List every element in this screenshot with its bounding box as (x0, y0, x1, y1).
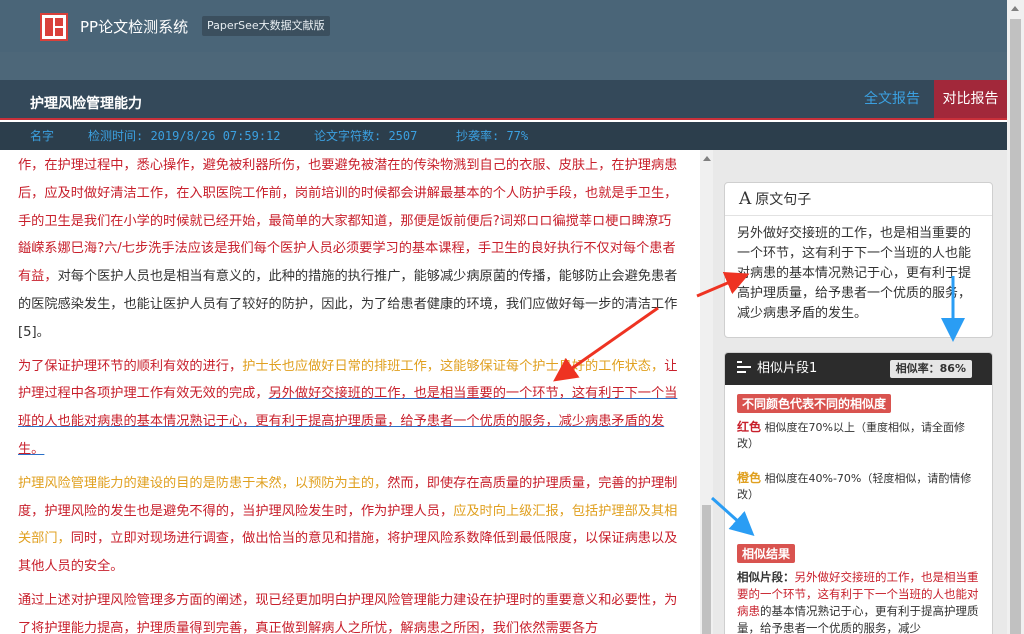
original-sentence-header: A 原文句子 (725, 183, 992, 216)
result-text: 的基本情况熟记于心，更有利于提高护理质量，给予患者一个优质的服务，减少 (737, 604, 979, 634)
text-segment-orange[interactable]: 护理风险管理能力的建设的目的是防患于未然，以预防为主的， (18, 476, 387, 491)
list-icon (737, 361, 751, 373)
legend-orange-desc: 相似度在40%-70%（轻度相似，请酌情修改） (737, 472, 972, 501)
similar-fragment-title: 相似片段1 (757, 361, 818, 376)
header-band (0, 52, 1007, 80)
meta-copy-rate: 抄袭率: 77% (456, 129, 529, 143)
result-label: 相似片段： (737, 570, 795, 584)
legend-red-desc: 相似度在70%以上（重度相似，请全面修改） (737, 421, 965, 450)
tab-full-report[interactable]: 全文报告 (852, 80, 932, 118)
similar-fragment-header: 相似片段1 相似率：86% (725, 353, 992, 385)
paragraph: 为了保证护理环节的顺利有效的进行，护士长也应做好日常的排班工作，这能够保证每个护… (18, 353, 682, 464)
scroll-up-icon[interactable] (1011, 6, 1019, 11)
meta-bar: 名字 检测时间: 2019/8/26 07:59:12 论文字符数: 2507 … (0, 122, 1007, 150)
original-sentence-text: 另外做好交接班的工作，也是相当重要的一个环节，这有利于下一个当班的人也能对病患的… (737, 226, 972, 321)
meta-check-time: 检测时间: 2019/8/26 07:59:12 (88, 129, 281, 143)
top-bar: PP论文检测系统 PaperSee大数据文献版 (0, 0, 1007, 52)
page-scrollbar[interactable] (1007, 0, 1024, 634)
app-title: PP论文检测系统 (80, 18, 189, 36)
font-a-icon: A (739, 189, 752, 209)
similar-result-text: 相似片段：另外做好交接班的工作，也是相当重要的一个环节，这有利于下一个当班的人也… (725, 569, 992, 634)
legend-orange-key: 橙色 (737, 471, 762, 485)
text-segment-red[interactable]: 通过上述对护理风险管理多方面的阐述，现已经更加明白护理风险管理能力建设在护理时的… (18, 593, 677, 634)
paragraph: 作，在护理过程中，悉心操作，避免被利器所伤，也要避免被潜在的传染物溅到自己的衣服… (18, 152, 682, 347)
scroll-up-icon[interactable] (703, 156, 711, 161)
similar-fragment-card: 相似片段1 相似率：86% 不同颜色代表不同的相似度 红色 相似度在70%以上（… (724, 352, 993, 634)
doc-header: 护理风险管理能力 全文报告 对比报告 (0, 80, 1007, 120)
doc-title: 护理风险管理能力 (30, 96, 142, 112)
edition-badge: PaperSee大数据文献版 (202, 16, 330, 36)
paragraph: 护理风险管理能力的建设的目的是防患于未然，以预防为主的，然而，即使存在高质量的护… (18, 470, 682, 581)
text-segment: 对每个医护人员也是相当有意义的，此种的措施的执行推广，能够减少病原菌的传播，能够… (18, 269, 678, 340)
comparison-panel: A 原文句子 另外做好交接班的工作，也是相当重要的一个环节，这有利于下一个当班的人… (713, 150, 1007, 634)
text-segment-orange[interactable]: 护士长也应做好日常的排班工作，这能够保证每个护士良好的工作状态， (242, 359, 664, 374)
scroll-thumb[interactable] (1010, 19, 1021, 634)
content-scrollbar[interactable] (700, 150, 713, 634)
text-segment-red[interactable]: 作，在护理过程中，悉心操作，避免被利器所伤，也要避免被潜在的传染物溅到自己的衣服… (18, 158, 677, 284)
document-content: 作，在护理过程中，悉心操作，避免被利器所伤，也要避免被潜在的传染物溅到自己的衣服… (0, 150, 700, 634)
paragraph: 通过上述对护理风险管理多方面的阐述，现已经更加明白护理风险管理能力建设在护理时的… (18, 587, 682, 634)
original-sentence-title: 原文句子 (755, 192, 812, 208)
legend-red-key: 红色 (737, 420, 762, 434)
legend-tag: 不同颜色代表不同的相似度 (737, 394, 892, 413)
logo-icon (40, 13, 68, 41)
text-segment-red[interactable]: 同时，立即对现场进行调查，做出恰当的意见和措施，将护理风险系数降低到最低限度，以… (18, 531, 677, 574)
meta-char-count: 论文字符数: 2507 (314, 129, 418, 143)
legend-red: 红色 相似度在70%以上（重度相似，请全面修改） (725, 419, 992, 452)
original-sentence-card: A 原文句子 另外做好交接班的工作，也是相当重要的一个环节，这有利于下一个当班的人… (724, 182, 993, 338)
tab-compare-report[interactable]: 对比报告 (934, 80, 1007, 118)
legend-orange: 橙色 相似度在40%-70%（轻度相似，请酌情修改） (725, 470, 992, 503)
result-tag: 相似结果 (737, 544, 796, 563)
text-segment-red[interactable]: 为了保证护理环节的顺利有效的进行， (18, 359, 242, 374)
similarity-rate-badge: 相似率：86% (889, 360, 972, 378)
meta-name: 名字 (30, 129, 55, 143)
scroll-thumb[interactable] (702, 505, 711, 634)
